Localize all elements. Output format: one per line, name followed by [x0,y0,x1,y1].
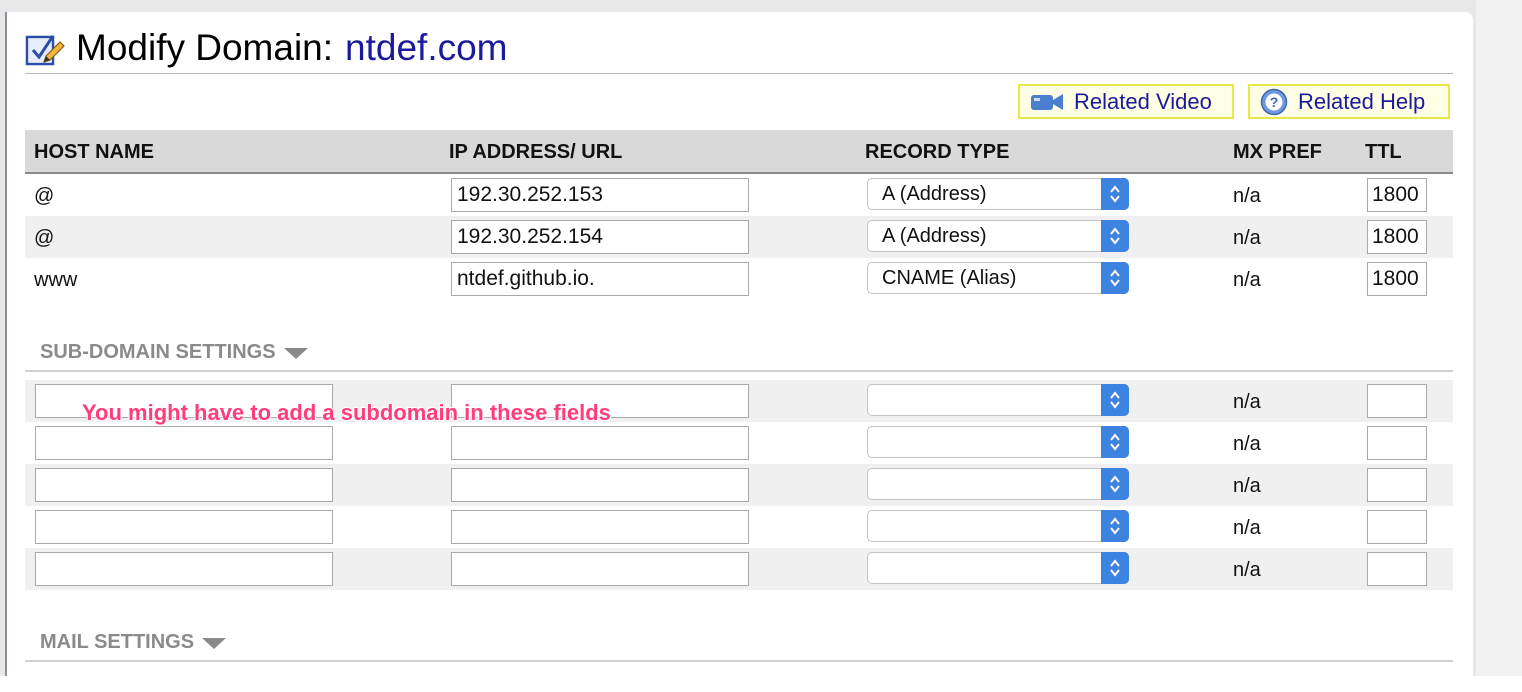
subdomain-mx: n/a [1233,433,1261,455]
record-ttl-input[interactable] [1367,262,1427,296]
subdomain-ip-input[interactable] [451,552,749,586]
right-gutter [1476,0,1522,676]
subdomain-ip-input[interactable] [451,426,749,460]
subdomain-ip-input[interactable] [451,468,749,502]
title-prefix: Modify Domain: [76,27,334,68]
record-type-select[interactable]: A (Address) [867,178,1129,210]
related-video-label: Related Video [1074,88,1212,114]
header-record-type: RECORD TYPE [865,141,1010,163]
chevron-down-icon [283,347,308,359]
mail-settings-toggle[interactable]: MAIL SETTINGS [40,631,227,654]
header-ip-address: IP ADDRESS/ URL [449,141,623,163]
header-ttl: TTL [1365,141,1402,163]
record-ip-input[interactable] [451,220,749,254]
related-video-button[interactable]: Related Video [1018,84,1234,119]
record-host: @ [34,227,55,249]
subdomain-row: n/a [25,422,1453,464]
subdomain-host-input[interactable] [35,426,333,460]
select-arrows-icon [1101,468,1129,500]
subdomain-ttl-input[interactable] [1367,510,1427,544]
record-host: @ [34,185,55,207]
subdomain-type-select[interactable] [867,468,1129,500]
select-arrows-icon [1101,426,1129,458]
subdomain-type-select[interactable] [867,552,1129,584]
subdomain-settings-toggle[interactable]: SUB-DOMAIN SETTINGS [40,341,308,364]
record-type-value: CNAME (Alias) [882,267,1017,289]
header-mx-pref: MX PREF [1233,141,1322,163]
chevron-down-icon [202,637,227,649]
subdomain-row: n/a [25,464,1453,506]
subdomain-mx: n/a [1233,517,1261,539]
subdomain-type-select[interactable] [867,510,1129,542]
subdomain-host-input[interactable] [35,510,333,544]
subdomain-ttl-input[interactable] [1367,426,1427,460]
select-arrows-icon [1101,552,1129,584]
subdomain-mx: n/a [1233,475,1261,497]
select-arrows-icon [1101,262,1129,294]
subdomain-ip-input[interactable] [451,510,749,544]
help-icon: ? [1260,88,1288,115]
edit-checkbox-icon [25,35,65,66]
title-divider [25,73,1453,74]
select-arrows-icon [1101,220,1129,252]
subdomain-type-select[interactable] [867,426,1129,458]
subdomain-mx: n/a [1233,559,1261,581]
record-mx: n/a [1233,185,1261,207]
table-header: HOST NAME IP ADDRESS/ URL RECORD TYPE MX… [25,130,1453,174]
related-help-label: Related Help [1298,88,1426,114]
record-ttl-input[interactable] [1367,220,1427,254]
record-type-value: A (Address) [882,225,987,247]
page-title: Modify Domain: ntdef.com [24,26,508,70]
select-arrows-icon [1101,178,1129,210]
mail-divider [25,660,1453,662]
subdomain-type-select[interactable] [867,384,1129,416]
svg-text:?: ? [1270,94,1279,110]
subdomain-ttl-input[interactable] [1367,468,1427,502]
record-type-select[interactable]: A (Address) [867,220,1129,252]
record-ttl-input[interactable] [1367,178,1427,212]
video-camera-icon [1031,93,1063,110]
record-type-value: A (Address) [882,183,987,205]
subdomain-ttl-input[interactable] [1367,552,1427,586]
record-row: www CNAME (Alias) n/a [25,258,1453,300]
subdomain-row: n/a [25,506,1453,548]
record-row: @ A (Address) n/a [25,216,1453,258]
subdomain-settings-heading: SUB-DOMAIN SETTINGS [40,341,276,363]
record-mx: n/a [1233,227,1261,249]
record-ip-input[interactable] [451,178,749,212]
subdomain-row: n/a [25,548,1453,590]
related-help-button[interactable]: ? Related Help [1248,84,1450,119]
subdomain-divider [25,370,1453,372]
record-type-select[interactable]: CNAME (Alias) [867,262,1129,294]
subdomain-ttl-input[interactable] [1367,384,1427,418]
record-row: @ A (Address) n/a [25,174,1453,216]
select-arrows-icon [1101,510,1129,542]
subdomain-host-input[interactable] [35,468,333,502]
record-ip-input[interactable] [451,262,749,296]
subdomain-host-input[interactable] [35,552,333,586]
header-host-name: HOST NAME [34,141,154,163]
mail-settings-heading: MAIL SETTINGS [40,631,195,653]
subdomain-mx: n/a [1233,391,1261,413]
record-host: www [34,269,78,291]
left-border [5,12,7,676]
record-mx: n/a [1233,269,1261,291]
domain-name: ntdef.com [345,27,508,68]
subdomain-annotation: You might have to add a subdomain in the… [82,400,611,425]
select-arrows-icon [1101,384,1129,416]
